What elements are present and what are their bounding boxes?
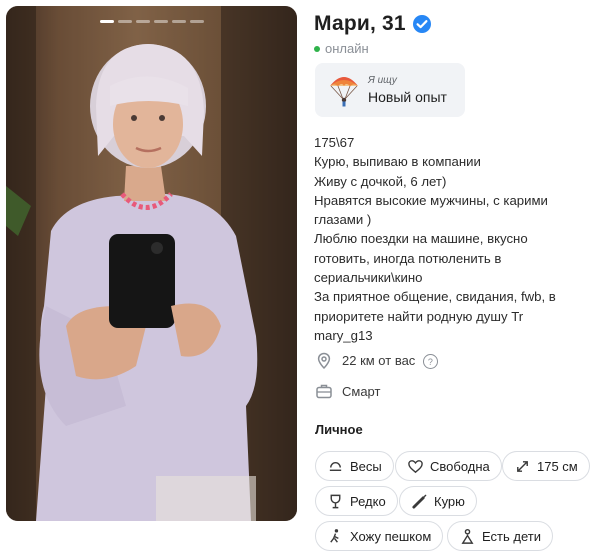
bio-line: Нравятся высокие мужчины, с карими глаза…	[314, 192, 548, 228]
photo-pagination	[6, 20, 297, 23]
chip-label: Есть дети	[482, 528, 541, 544]
pagination-dot[interactable]	[135, 20, 150, 23]
pagination-dot[interactable]	[171, 20, 186, 23]
seeking-value: Новый опыт	[368, 89, 447, 105]
wine-glass-icon	[330, 494, 341, 508]
chip-label: Редко	[350, 493, 386, 509]
bio-line: Курю, выпиваю в компании	[314, 154, 481, 170]
help-icon[interactable]: ?	[422, 354, 438, 370]
profile-bio: 175\67 Курю, выпиваю в компании Живу с д…	[314, 133, 582, 345]
chip-height: 175 см	[502, 451, 590, 481]
pagination-dot[interactable]	[117, 20, 132, 23]
pagination-dot[interactable]	[99, 20, 114, 23]
photo-illustration	[6, 6, 297, 521]
pagination-dot[interactable]	[189, 20, 204, 23]
chip-label: Курю	[434, 493, 465, 509]
seeking-card: Я ищу Новый опыт	[315, 63, 465, 117]
scales-icon	[329, 461, 342, 471]
distance-label: 22 км от вас	[342, 352, 416, 368]
chip-label: Хожу пешком	[350, 528, 432, 544]
profile-name: Мари, 31	[314, 12, 406, 35]
chip-transport: Хожу пешком	[315, 521, 444, 551]
occupation-label: Смарт	[342, 383, 381, 399]
distance-row: 22 км от вас ?	[315, 352, 438, 370]
chip-relationship: Свободна	[395, 451, 502, 481]
child-icon	[461, 528, 474, 544]
chip-alcohol: Редко	[315, 486, 398, 516]
chip-zodiac: Весы	[315, 451, 394, 481]
profile-photo[interactable]	[6, 6, 297, 521]
personal-section-title: Личное	[315, 422, 363, 437]
pagination-dot[interactable]	[153, 20, 168, 23]
heart-icon	[408, 459, 423, 473]
cigarette-icon	[412, 494, 427, 509]
occupation-row: Смарт	[315, 382, 380, 400]
online-dot-icon	[314, 45, 320, 52]
verified-icon	[412, 15, 431, 33]
chip-label: Весы	[350, 458, 382, 474]
bio-line: mary_g13	[314, 327, 373, 343]
chip-children: Есть дети	[447, 521, 553, 551]
bio-line: Живу с дочкой, 6 лет)	[314, 173, 447, 189]
bio-line: За приятное общение, свидания, fwb, в пр…	[314, 289, 556, 324]
bio-line: Люблю поездки на машине, вкусно готовить…	[314, 231, 528, 286]
online-status: онлайн	[314, 41, 369, 56]
walking-icon	[330, 528, 339, 543]
status-label: онлайн	[325, 41, 369, 56]
chip-label: 175 см	[537, 458, 578, 474]
chip-smoking: Курю	[399, 486, 477, 516]
bio-line: 175\67	[314, 135, 355, 150]
height-arrows-icon	[517, 460, 528, 472]
chip-label: Свободна	[430, 458, 490, 474]
briefcase-icon	[316, 384, 332, 399]
seeking-label: Я ищу	[368, 75, 397, 86]
parachute-icon	[330, 77, 358, 107]
location-pin-icon	[317, 352, 331, 370]
name-row: Мари, 31	[314, 12, 432, 36]
